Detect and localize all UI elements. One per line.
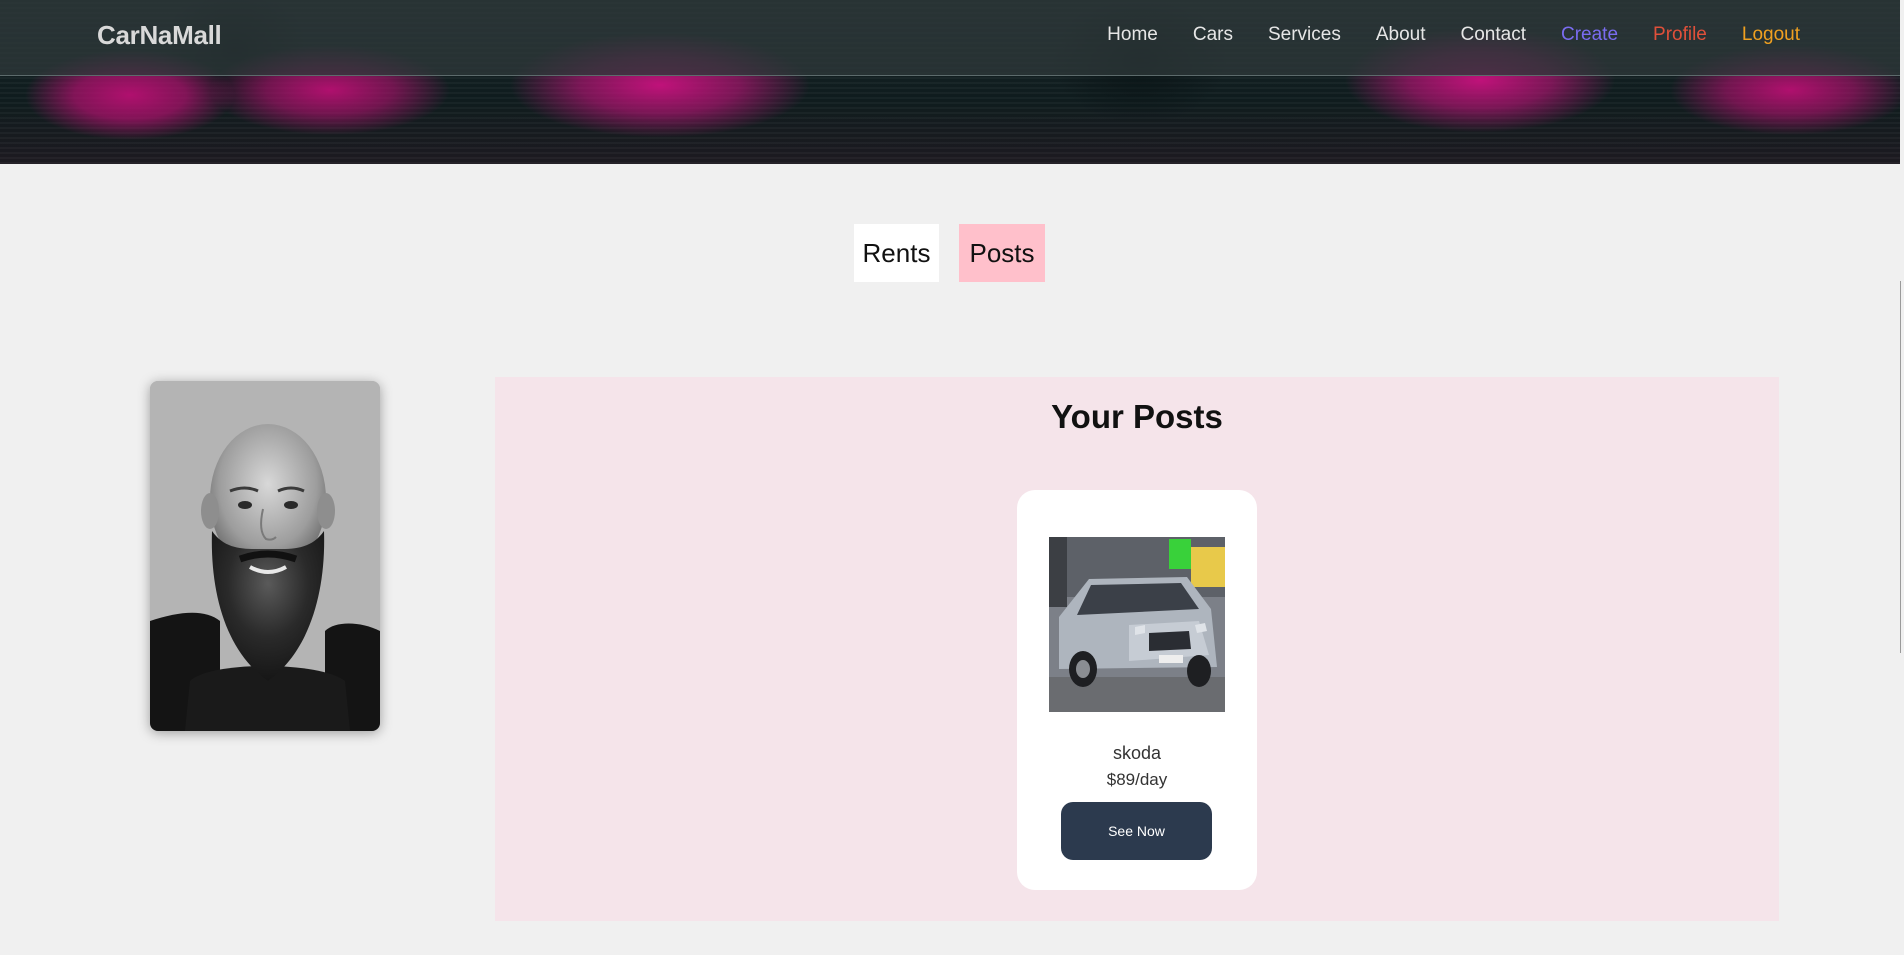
scrollbar-edge[interactable] <box>1900 281 1904 653</box>
nav-create[interactable]: Create <box>1561 24 1618 46</box>
tab-posts[interactable]: Posts <box>959 224 1045 282</box>
nav-contact[interactable]: Contact <box>1461 24 1526 46</box>
post-car-image <box>1049 537 1225 712</box>
posts-title: Your Posts <box>1051 398 1223 435</box>
post-card: skoda $89/day See Now <box>1017 490 1257 890</box>
profile-tabs: Rents Posts <box>854 224 1045 282</box>
hero-banner: CarNaMall Home Cars Services About Conta… <box>0 0 1900 164</box>
nav-about[interactable]: About <box>1376 24 1426 46</box>
post-car-name: skoda <box>1112 743 1162 763</box>
nav-services[interactable]: Services <box>1268 24 1341 46</box>
brand-logo[interactable]: CarNaMall <box>97 20 222 51</box>
nav-logout[interactable]: Logout <box>1742 24 1800 46</box>
see-now-button[interactable]: See Now <box>1061 802 1212 860</box>
nav-home[interactable]: Home <box>1107 24 1158 46</box>
tab-rents[interactable]: Rents <box>854 224 939 282</box>
nav-cars[interactable]: Cars <box>1193 24 1233 46</box>
navbar: CarNaMall Home Cars Services About Conta… <box>0 0 1900 76</box>
posts-panel: Your Posts skoda $89/day See Now <box>495 377 1779 921</box>
post-car-price: $89/day <box>1106 770 1168 789</box>
car-photo <box>1049 537 1225 712</box>
portrait-image <box>150 381 380 731</box>
nav-profile[interactable]: Profile <box>1653 24 1707 46</box>
profile-avatar <box>150 381 380 731</box>
nav-links: Home Cars Services About Contact Create … <box>1072 24 1800 46</box>
